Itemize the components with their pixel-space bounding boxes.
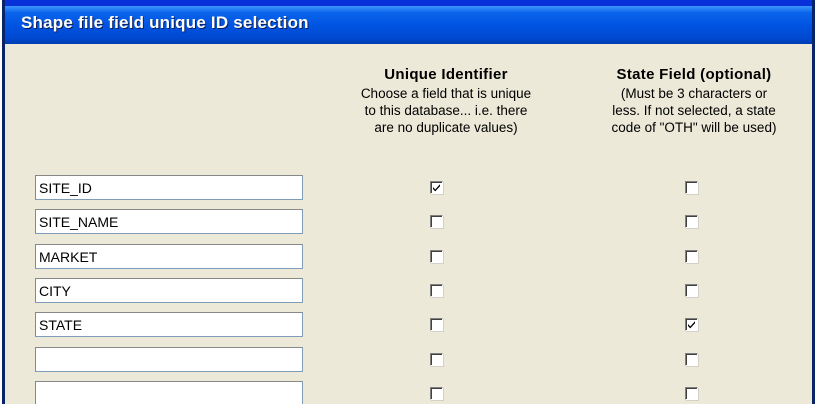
dialog-window: Shape file field unique ID selection Uni… (2, 0, 815, 404)
unique-identifier-desc-3: are no duplicate values) (374, 120, 518, 135)
state-field-checkbox[interactable] (685, 353, 698, 366)
state-field-header: State Field (optional) (Must be 3 charac… (576, 66, 812, 136)
state-field-desc-2: less. If not selected, a state (612, 103, 776, 118)
dialog-content: Unique Identifier Choose a field that is… (5, 44, 812, 404)
unique-id-checkbox[interactable] (430, 353, 443, 366)
state-field-heading: State Field (optional) (616, 66, 772, 83)
unique-id-checkbox[interactable] (430, 284, 443, 297)
window-title: Shape file field unique ID selection (21, 13, 309, 32)
field-name-input[interactable] (35, 244, 303, 269)
unique-identifier-desc-2: to this database... i.e. there (364, 103, 528, 118)
field-name-input[interactable] (35, 381, 303, 404)
field-name-input[interactable] (35, 175, 303, 200)
title-bar[interactable]: Shape file field unique ID selection (5, 0, 812, 44)
unique-id-checkbox[interactable] (430, 215, 443, 228)
field-name-input[interactable] (35, 312, 303, 337)
state-field-checkbox[interactable] (685, 181, 698, 194)
unique-id-checkbox[interactable] (430, 181, 443, 194)
unique-identifier-header: Unique Identifier Choose a field that is… (330, 66, 562, 136)
unique-id-checkbox[interactable] (430, 318, 443, 331)
state-field-desc-1: (Must be 3 characters or (620, 86, 768, 101)
unique-identifier-heading: Unique Identifier (384, 66, 508, 83)
state-field-checkbox[interactable] (685, 284, 698, 297)
state-field-checkbox[interactable] (685, 250, 698, 263)
unique-id-checkbox[interactable] (430, 387, 443, 400)
state-field-checkbox[interactable] (685, 215, 698, 228)
state-field-checkbox[interactable] (685, 387, 698, 400)
field-name-input[interactable] (35, 278, 303, 303)
state-field-desc-3: code of "OTH" will be used) (611, 120, 777, 135)
state-field-checkbox[interactable] (685, 318, 698, 331)
unique-id-checkbox[interactable] (430, 250, 443, 263)
field-name-input[interactable] (35, 209, 303, 234)
unique-identifier-desc-1: Choose a field that is unique (360, 86, 532, 101)
field-name-input[interactable] (35, 347, 303, 372)
